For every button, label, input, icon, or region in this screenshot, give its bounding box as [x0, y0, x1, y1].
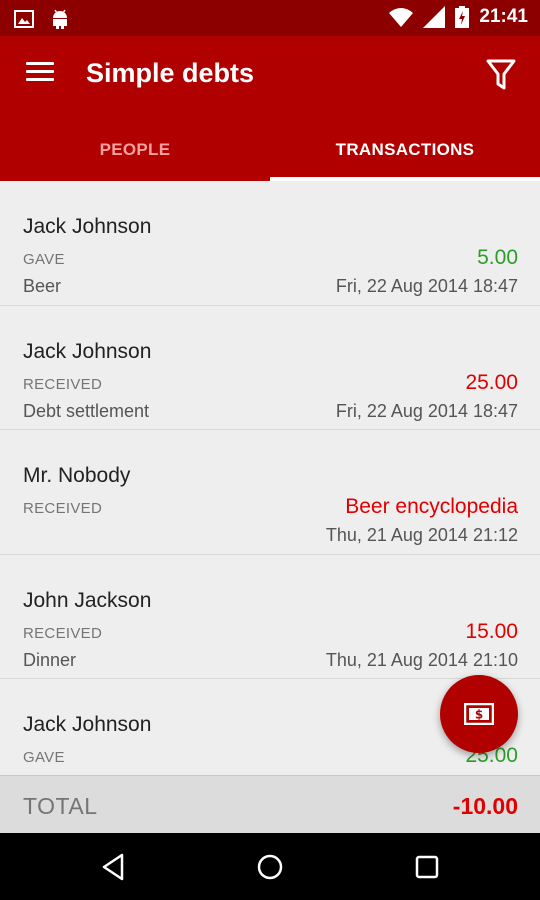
transaction-amount: Beer encyclopedia	[345, 495, 518, 518]
list-item[interactable]: John Jackson RECEIVED Dinner 15.00 Thu, …	[0, 554, 540, 679]
menu-icon[interactable]	[26, 62, 54, 86]
total-label: TOTAL	[23, 793, 98, 819]
transaction-amount: 5.00	[477, 246, 518, 269]
transaction-note: Beer	[23, 276, 62, 296]
transaction-date: Thu, 21 Aug 2014 21:10	[325, 649, 518, 670]
transaction-note: Dinner	[23, 649, 77, 670]
list-item[interactable]: Mr. Nobody RECEIVED Beer encyclopedia Th…	[0, 430, 540, 555]
status-bar: 21:41	[0, 0, 540, 36]
transaction-date: Thu, 21 Aug 2014 21:12	[325, 525, 518, 545]
add-transaction-button[interactable]: $	[440, 675, 518, 753]
filter-icon[interactable]	[486, 58, 516, 92]
transaction-type: GAVE	[23, 749, 65, 766]
transaction-type: RECEIVED	[23, 375, 103, 393]
transaction-type: RECEIVED	[23, 500, 103, 517]
total-value: -10.00	[452, 793, 518, 819]
transaction-date: Fri, 22 Aug 2014 18:47	[335, 400, 518, 421]
tab-people[interactable]: PEOPLE	[0, 128, 270, 181]
signal-icon	[423, 6, 446, 28]
back-icon[interactable]	[98, 851, 130, 883]
transaction-date: Fri, 22 Aug 2014 18:47	[335, 276, 518, 296]
list-item[interactable]: Jack Johnson GAVE Beer 5.00 Fri, 22 Aug …	[0, 181, 540, 306]
person-name: John Jackson	[23, 588, 152, 612]
transaction-amount: 25.00	[465, 370, 518, 394]
person-name: Jack Johnson	[23, 215, 152, 238]
app-title: Simple debts	[86, 58, 255, 88]
navigation-bar	[0, 833, 540, 900]
money-icon: $	[464, 703, 494, 725]
total-bar: TOTAL -10.00	[0, 775, 540, 833]
transaction-type: GAVE	[23, 251, 65, 268]
svg-text:$: $	[475, 708, 483, 722]
tab-transactions[interactable]: TRANSACTIONS	[270, 128, 540, 181]
recents-icon[interactable]	[411, 851, 443, 883]
transaction-amount: 15.00	[465, 619, 518, 643]
image-icon	[14, 10, 34, 28]
battery-icon	[455, 6, 470, 28]
tab-bar: PEOPLE TRANSACTIONS	[0, 128, 540, 181]
clock: 21:41	[479, 6, 528, 27]
app-bar: Simple debts PEOPLE TRANSACTIONS	[0, 36, 540, 181]
transaction-type: RECEIVED	[23, 624, 103, 642]
wifi-icon	[389, 8, 414, 27]
person-name: Jack Johnson	[23, 713, 152, 736]
person-name: Jack Johnson	[23, 339, 152, 363]
list-item[interactable]: Jack Johnson RECEIVED Debt settlement 25…	[0, 305, 540, 430]
transaction-note: Debt settlement	[23, 400, 150, 421]
home-icon[interactable]	[254, 851, 286, 883]
android-icon	[53, 9, 67, 29]
person-name: Mr. Nobody	[23, 464, 131, 487]
